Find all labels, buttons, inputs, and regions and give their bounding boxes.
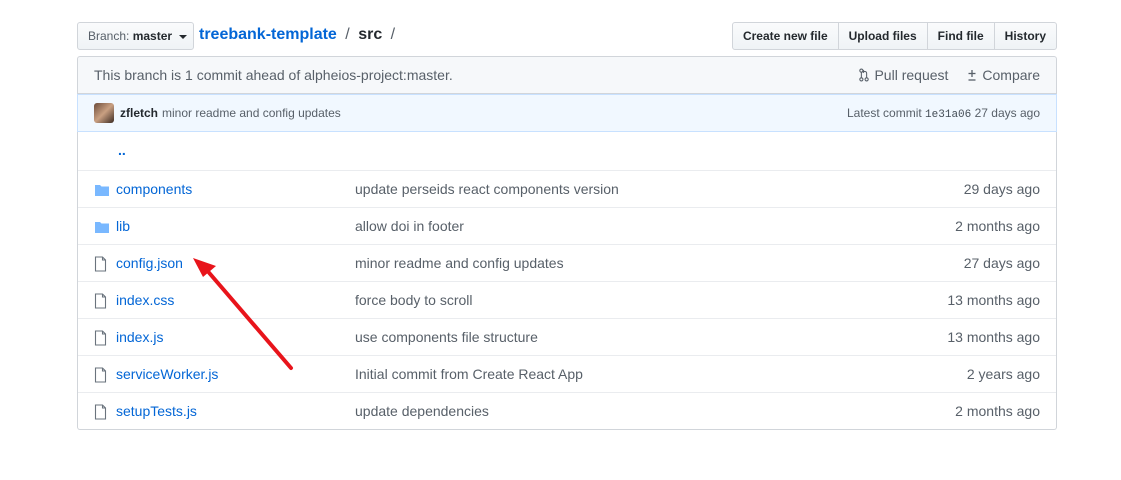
file-row[interactable]: config.json minor readme and config updat… <box>78 244 1056 281</box>
file-name-link[interactable]: lib <box>116 218 130 234</box>
file-commit-message[interactable]: force body to scroll <box>355 292 473 308</box>
branch-ahead-text: This branch is 1 commit ahead of alpheio… <box>94 67 453 83</box>
commit-age: 27 days ago <box>974 106 1040 120</box>
folder-icon <box>94 183 110 199</box>
file-icon <box>94 293 110 309</box>
compare-icon <box>968 70 976 81</box>
latest-commit-label: Latest commit <box>847 106 922 120</box>
breadcrumb-separator: / <box>390 26 396 43</box>
pull-request-icon <box>859 68 870 82</box>
commit-message[interactable]: minor readme and config updates <box>162 106 341 120</box>
branch-name: master <box>132 29 173 43</box>
file-commit-age: 2 months ago <box>955 218 1040 234</box>
file-row[interactable]: components update perseids react componen… <box>78 170 1056 207</box>
upload-files-button[interactable]: Upload files <box>837 22 928 50</box>
file-commit-message[interactable]: minor readme and config updates <box>355 255 564 271</box>
avatar[interactable] <box>94 103 114 123</box>
file-icon <box>94 330 110 346</box>
file-row[interactable]: lib allow doi in footer 2 months ago <box>78 207 1056 244</box>
create-new-file-button[interactable]: Create new file <box>731 22 839 50</box>
file-name-link[interactable]: serviceWorker.js <box>116 366 218 382</box>
file-commit-age: 29 days ago <box>963 181 1040 197</box>
caret-down-icon <box>179 34 188 39</box>
file-commit-message[interactable]: update perseids react components version <box>355 181 619 197</box>
branch-select-button[interactable]: Branch: master <box>77 22 194 50</box>
file-row[interactable]: index.js use components file structure 13 … <box>78 318 1056 355</box>
file-icon <box>94 404 110 420</box>
file-commit-age: 2 months ago <box>955 403 1040 419</box>
find-file-button[interactable]: Find file <box>926 22 995 50</box>
breadcrumb-repo-link[interactable]: treebank-template <box>199 26 337 43</box>
file-row[interactable]: index.css force body to scroll 13 months a… <box>78 281 1056 318</box>
commit-author[interactable]: zfletch <box>120 106 158 120</box>
pull-request-link[interactable]: Pull request <box>858 67 948 83</box>
history-button[interactable]: History <box>993 22 1057 50</box>
file-navigation: Branch: master treebank-template / src /… <box>77 22 1057 50</box>
file-row[interactable]: setupTests.js update dependencies 2 months… <box>78 392 1056 429</box>
parent-directory-row[interactable]: .. <box>78 132 1056 170</box>
parent-directory-link[interactable]: .. <box>118 142 126 158</box>
latest-commit-info: Latest commit 1e31a06 27 days ago <box>847 106 1040 121</box>
breadcrumb-separator: / <box>345 26 350 43</box>
file-name-link[interactable]: setupTests.js <box>116 403 197 419</box>
breadcrumb: treebank-template / src / <box>199 22 399 48</box>
file-row[interactable]: serviceWorker.js Initial commit from Crea… <box>78 355 1056 392</box>
file-commit-message[interactable]: update dependencies <box>355 403 489 419</box>
file-commit-age: 2 years ago <box>966 366 1040 382</box>
file-commit-message[interactable]: allow doi in footer <box>355 218 464 234</box>
file-commit-message[interactable]: use components file structure <box>355 329 538 345</box>
file-icon <box>94 367 110 383</box>
file-name-link[interactable]: index.css <box>116 292 174 308</box>
file-list: .. components update perseids react compo… <box>77 132 1057 430</box>
file-name-link[interactable]: config.json <box>116 255 183 271</box>
file-commit-message[interactable]: Initial commit from Create React App <box>355 366 583 382</box>
commit-sha-link[interactable]: 1e31a06 <box>925 109 971 121</box>
branch-prefix: Branch: <box>88 29 130 43</box>
file-name-link[interactable]: index.js <box>116 329 163 345</box>
breadcrumb-current-dir: src <box>358 26 383 43</box>
file-icon <box>94 256 110 272</box>
folder-icon <box>94 220 110 236</box>
compare-label: Compare <box>982 67 1040 83</box>
branch-status-bar: This branch is 1 commit ahead of alpheio… <box>77 56 1057 94</box>
file-actions: Create new file Upload files Find file H… <box>731 22 1057 50</box>
file-commit-age: 27 days ago <box>963 255 1040 271</box>
pull-request-label: Pull request <box>874 67 949 83</box>
file-commit-age: 13 months ago <box>947 292 1040 308</box>
file-commit-age: 13 months ago <box>947 329 1040 345</box>
compare-link[interactable]: Compare <box>966 67 1040 83</box>
file-name-link[interactable]: components <box>116 181 192 197</box>
latest-commit-bar: zfletch minor readme and config updates … <box>77 94 1057 132</box>
